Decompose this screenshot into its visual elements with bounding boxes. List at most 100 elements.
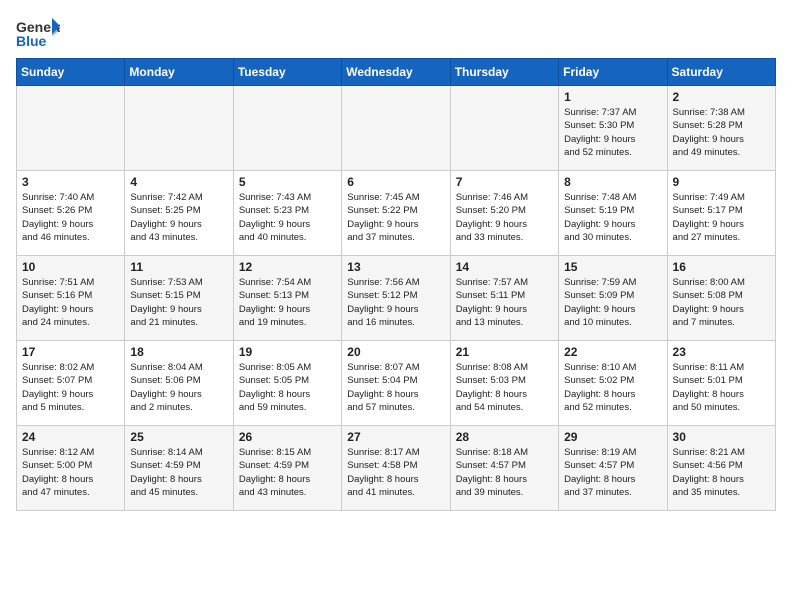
day-info: Sunrise: 7:42 AM Sunset: 5:25 PM Dayligh…	[130, 191, 227, 244]
calendar-cell: 4 Sunrise: 7:42 AM Sunset: 5:25 PM Daylig…	[125, 171, 233, 256]
calendar-day-header: Friday	[559, 59, 667, 86]
day-info: Sunrise: 8:12 AM Sunset: 5:00 PM Dayligh…	[22, 446, 119, 499]
calendar-cell: 11 Sunrise: 7:53 AM Sunset: 5:15 PM Dayli…	[125, 256, 233, 341]
day-number: 23	[673, 345, 770, 359]
day-number: 19	[239, 345, 336, 359]
calendar-cell: 28Sunrise: 8:18 AM Sunset: 4:57 PM Dayli…	[450, 426, 558, 511]
day-number: 16	[673, 260, 770, 274]
calendar-cell: 30Sunrise: 8:21 AM Sunset: 4:56 PM Dayli…	[667, 426, 775, 511]
day-number: 11	[130, 260, 227, 274]
day-info: Sunrise: 7:57 AM Sunset: 5:11 PM Dayligh…	[456, 276, 553, 329]
calendar-cell: 13 Sunrise: 7:56 AM Sunset: 5:12 PM Dayli…	[342, 256, 450, 341]
calendar-day-header: Tuesday	[233, 59, 341, 86]
calendar-cell: 3 Sunrise: 7:40 AM Sunset: 5:26 PM Daylig…	[17, 171, 125, 256]
calendar-day-header: Monday	[125, 59, 233, 86]
day-info: Sunrise: 7:40 AM Sunset: 5:26 PM Dayligh…	[22, 191, 119, 244]
day-info: Sunrise: 7:43 AM Sunset: 5:23 PM Dayligh…	[239, 191, 336, 244]
calendar-cell: 25 Sunrise: 8:14 AM Sunset: 4:59 PM Dayli…	[125, 426, 233, 511]
day-info: Sunrise: 8:19 AM Sunset: 4:57 PM Dayligh…	[564, 446, 661, 499]
calendar-cell: 29 Sunrise: 8:19 AM Sunset: 4:57 PM Dayli…	[559, 426, 667, 511]
page-header: General Blue	[16, 16, 776, 50]
logo-icon: General Blue	[16, 16, 60, 50]
day-number: 8	[564, 175, 661, 189]
day-info: Sunrise: 8:10 AM Sunset: 5:02 PM Dayligh…	[564, 361, 661, 414]
calendar-cell	[233, 86, 341, 171]
day-number: 29	[564, 430, 661, 444]
day-info: Sunrise: 7:53 AM Sunset: 5:15 PM Dayligh…	[130, 276, 227, 329]
calendar-cell	[342, 86, 450, 171]
day-info: Sunrise: 8:05 AM Sunset: 5:05 PM Dayligh…	[239, 361, 336, 414]
calendar-cell	[125, 86, 233, 171]
day-info: Sunrise: 7:45 AM Sunset: 5:22 PM Dayligh…	[347, 191, 444, 244]
day-number: 10	[22, 260, 119, 274]
calendar-cell: 10 Sunrise: 7:51 AM Sunset: 5:16 PM Dayli…	[17, 256, 125, 341]
day-number: 15	[564, 260, 661, 274]
day-number: 24	[22, 430, 119, 444]
calendar-cell: 20 Sunrise: 8:07 AM Sunset: 5:04 PM Dayli…	[342, 341, 450, 426]
calendar-cell: 16 Sunrise: 8:00 AM Sunset: 5:08 PM Dayli…	[667, 256, 775, 341]
day-info: Sunrise: 7:56 AM Sunset: 5:12 PM Dayligh…	[347, 276, 444, 329]
day-info: Sunrise: 7:48 AM Sunset: 5:19 PM Dayligh…	[564, 191, 661, 244]
calendar-cell: 14 Sunrise: 7:57 AM Sunset: 5:11 PM Dayli…	[450, 256, 558, 341]
day-info: Sunrise: 7:46 AM Sunset: 5:20 PM Dayligh…	[456, 191, 553, 244]
day-number: 28	[456, 430, 553, 444]
day-number: 22	[564, 345, 661, 359]
calendar-day-header: Thursday	[450, 59, 558, 86]
calendar-cell: 2Sunrise: 7:38 AM Sunset: 5:28 PM Daylig…	[667, 86, 775, 171]
day-info: Sunrise: 8:17 AM Sunset: 4:58 PM Dayligh…	[347, 446, 444, 499]
calendar-cell: 21 Sunrise: 8:08 AM Sunset: 5:03 PM Dayli…	[450, 341, 558, 426]
logo: General Blue	[16, 16, 60, 50]
calendar-week-row: 24 Sunrise: 8:12 AM Sunset: 5:00 PM Dayli…	[17, 426, 776, 511]
calendar-week-row: 10 Sunrise: 7:51 AM Sunset: 5:16 PM Dayli…	[17, 256, 776, 341]
day-number: 13	[347, 260, 444, 274]
day-number: 20	[347, 345, 444, 359]
day-number: 27	[347, 430, 444, 444]
day-info: Sunrise: 7:37 AM Sunset: 5:30 PM Dayligh…	[564, 106, 661, 159]
day-number: 3	[22, 175, 119, 189]
day-number: 1	[564, 90, 661, 104]
calendar-table: SundayMondayTuesdayWednesdayThursdayFrid…	[16, 58, 776, 511]
calendar-day-header: Saturday	[667, 59, 775, 86]
day-info: Sunrise: 7:49 AM Sunset: 5:17 PM Dayligh…	[673, 191, 770, 244]
calendar-week-row: 1 Sunrise: 7:37 AM Sunset: 5:30 PM Daylig…	[17, 86, 776, 171]
calendar-day-header: Wednesday	[342, 59, 450, 86]
day-info: Sunrise: 8:04 AM Sunset: 5:06 PM Dayligh…	[130, 361, 227, 414]
calendar-cell: 27 Sunrise: 8:17 AM Sunset: 4:58 PM Dayli…	[342, 426, 450, 511]
calendar-cell: 24 Sunrise: 8:12 AM Sunset: 5:00 PM Dayli…	[17, 426, 125, 511]
calendar-cell	[450, 86, 558, 171]
calendar-week-row: 17 Sunrise: 8:02 AM Sunset: 5:07 PM Dayli…	[17, 341, 776, 426]
calendar-week-row: 3 Sunrise: 7:40 AM Sunset: 5:26 PM Daylig…	[17, 171, 776, 256]
day-number: 17	[22, 345, 119, 359]
day-number: 14	[456, 260, 553, 274]
day-info: Sunrise: 8:11 AM Sunset: 5:01 PM Dayligh…	[673, 361, 770, 414]
day-info: Sunrise: 8:00 AM Sunset: 5:08 PM Dayligh…	[673, 276, 770, 329]
day-number: 26	[239, 430, 336, 444]
day-info: Sunrise: 8:08 AM Sunset: 5:03 PM Dayligh…	[456, 361, 553, 414]
day-number: 6	[347, 175, 444, 189]
day-number: 5	[239, 175, 336, 189]
calendar-cell: 6 Sunrise: 7:45 AM Sunset: 5:22 PM Daylig…	[342, 171, 450, 256]
calendar-cell	[17, 86, 125, 171]
day-number: 21	[456, 345, 553, 359]
calendar-cell: 19 Sunrise: 8:05 AM Sunset: 5:05 PM Dayli…	[233, 341, 341, 426]
day-info: Sunrise: 8:02 AM Sunset: 5:07 PM Dayligh…	[22, 361, 119, 414]
day-info: Sunrise: 8:07 AM Sunset: 5:04 PM Dayligh…	[347, 361, 444, 414]
calendar-cell: 1 Sunrise: 7:37 AM Sunset: 5:30 PM Daylig…	[559, 86, 667, 171]
day-info: Sunrise: 7:59 AM Sunset: 5:09 PM Dayligh…	[564, 276, 661, 329]
day-info: Sunrise: 8:21 AM Sunset: 4:56 PM Dayligh…	[673, 446, 770, 499]
day-info: Sunrise: 8:14 AM Sunset: 4:59 PM Dayligh…	[130, 446, 227, 499]
calendar-cell: 5 Sunrise: 7:43 AM Sunset: 5:23 PM Daylig…	[233, 171, 341, 256]
day-number: 25	[130, 430, 227, 444]
day-info: Sunrise: 8:15 AM Sunset: 4:59 PM Dayligh…	[239, 446, 336, 499]
day-number: 2	[673, 90, 770, 104]
calendar-cell: 26 Sunrise: 8:15 AM Sunset: 4:59 PM Dayli…	[233, 426, 341, 511]
calendar-cell: 15 Sunrise: 7:59 AM Sunset: 5:09 PM Dayli…	[559, 256, 667, 341]
calendar-cell: 8 Sunrise: 7:48 AM Sunset: 5:19 PM Daylig…	[559, 171, 667, 256]
calendar-cell: 22 Sunrise: 8:10 AM Sunset: 5:02 PM Dayli…	[559, 341, 667, 426]
day-number: 9	[673, 175, 770, 189]
day-number: 4	[130, 175, 227, 189]
day-number: 12	[239, 260, 336, 274]
day-info: Sunrise: 7:54 AM Sunset: 5:13 PM Dayligh…	[239, 276, 336, 329]
day-info: Sunrise: 7:51 AM Sunset: 5:16 PM Dayligh…	[22, 276, 119, 329]
calendar-cell: 18Sunrise: 8:04 AM Sunset: 5:06 PM Dayli…	[125, 341, 233, 426]
